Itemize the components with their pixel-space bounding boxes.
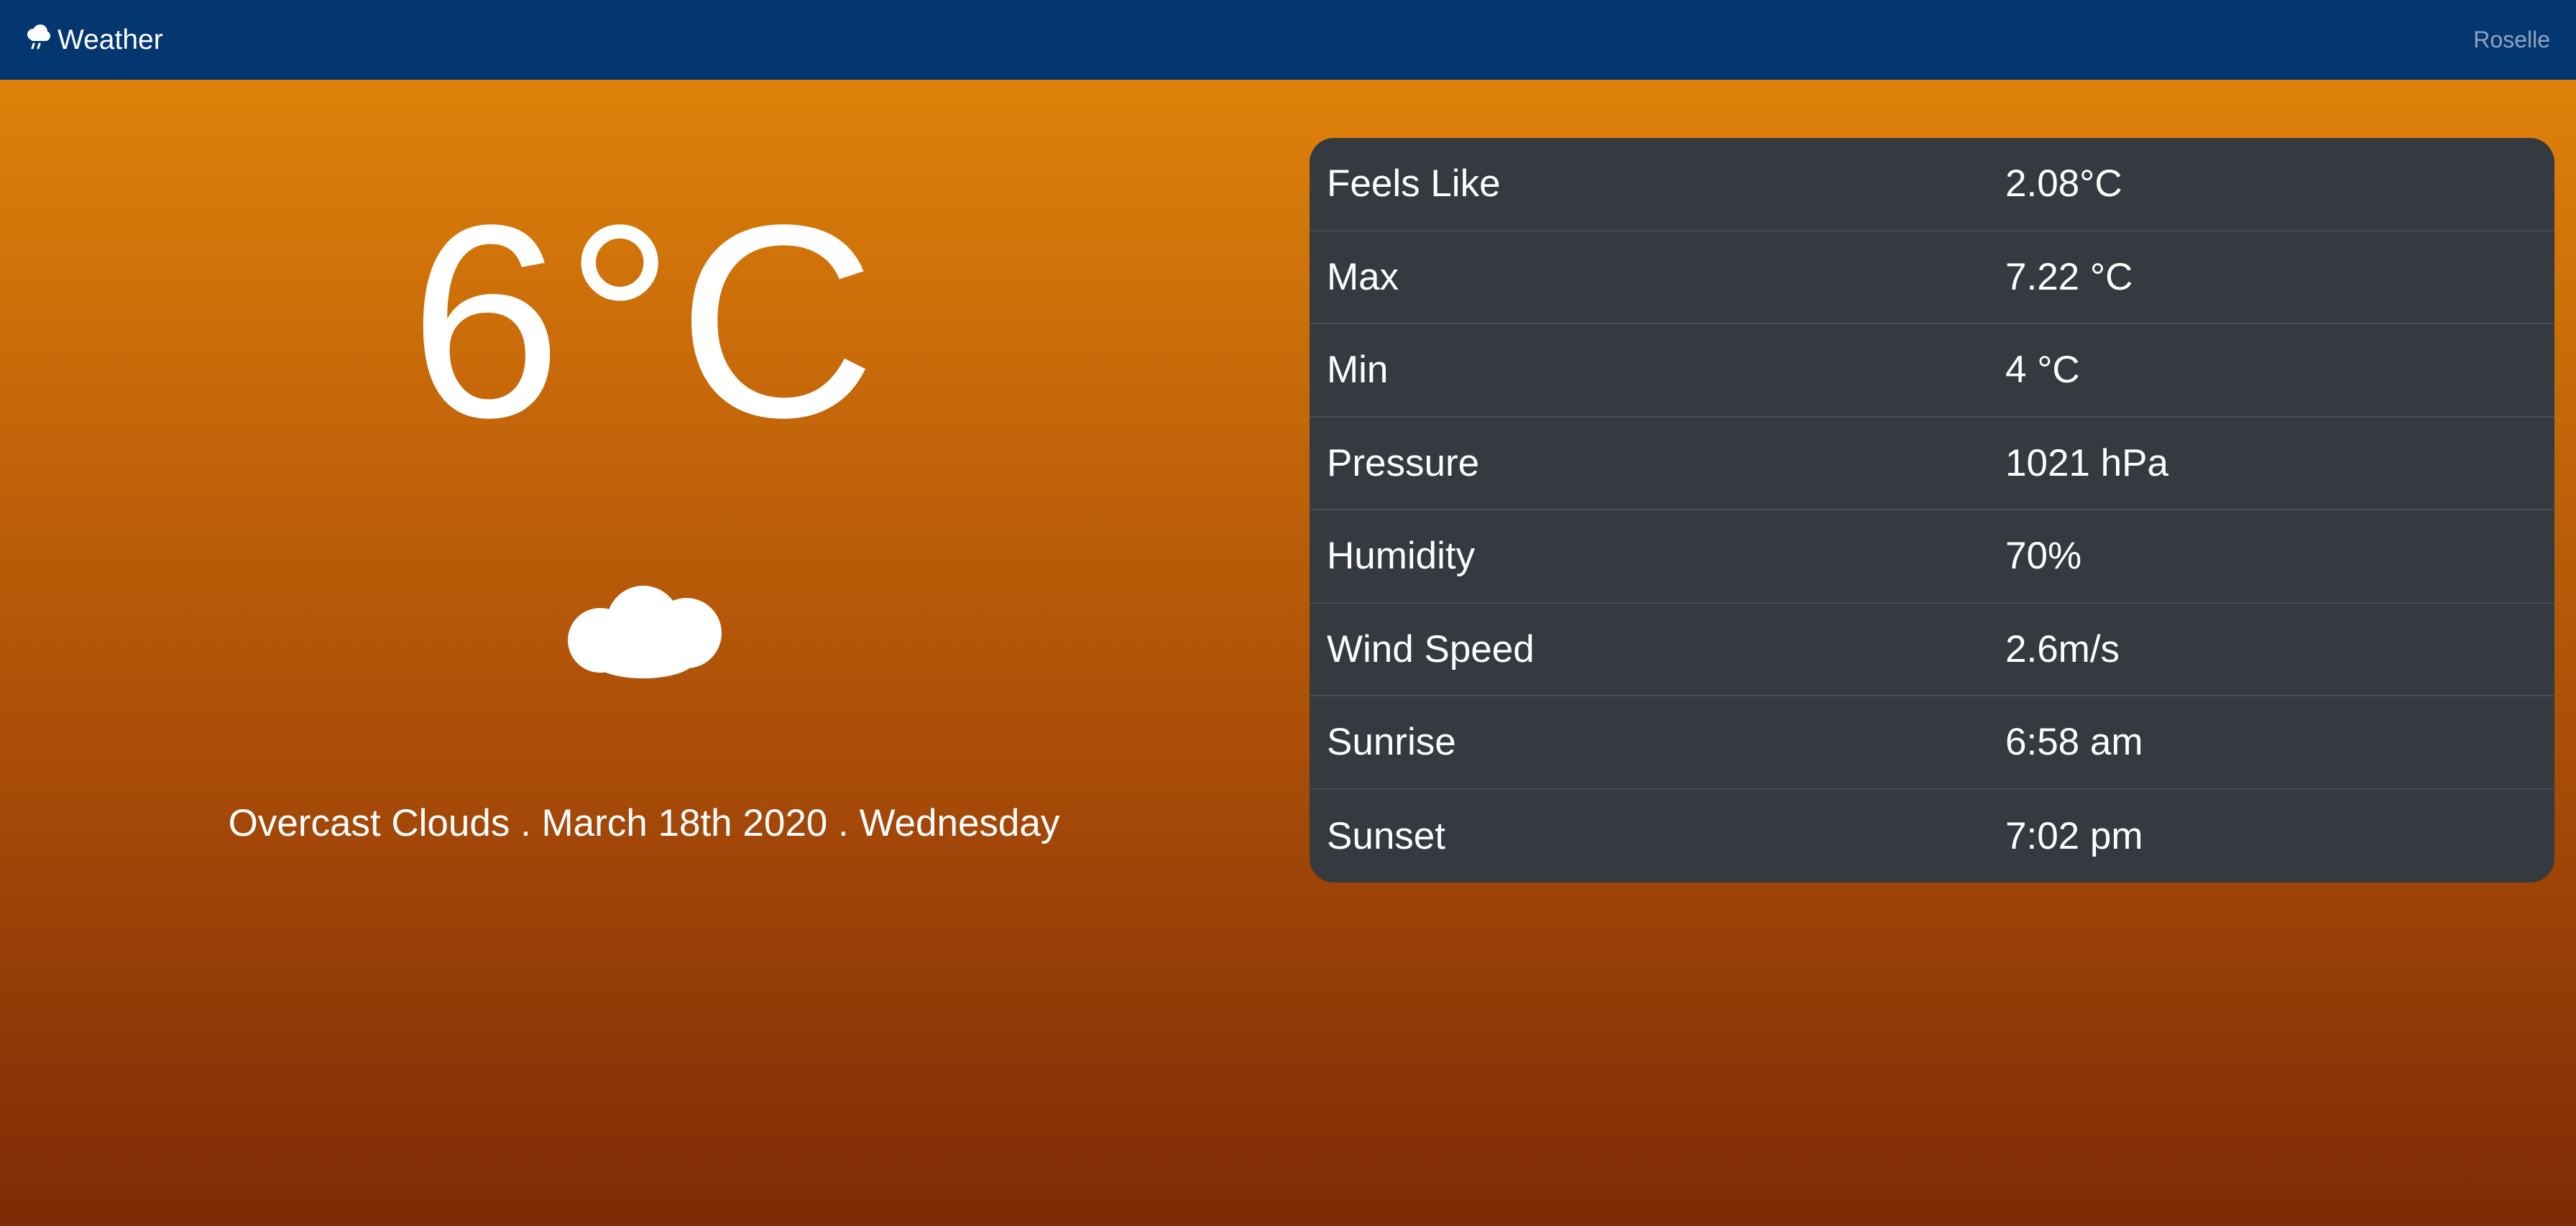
brand-link[interactable]: Weather [24, 24, 163, 56]
details-label: Humidity [1327, 535, 1476, 578]
details-card: Feels Like 2.08°C Max 7.22 °C Min 4 °C P… [1310, 138, 2554, 882]
details-value: 2.08°C [2005, 162, 2122, 206]
details-value: 7.22 °C [2005, 255, 2133, 298]
city-link[interactable]: Roselle [2473, 27, 2550, 53]
temperature-display: 6°C [409, 167, 879, 474]
details-label: Sunset [1327, 814, 1446, 857]
navbar: Weather Roselle [0, 0, 2576, 80]
details-row-pressure: Pressure 1021 hPa [1310, 418, 2554, 510]
details-row-max: Max 7.22 °C [1310, 231, 2554, 324]
details-row-sunrise: Sunrise 6:58 am [1310, 696, 2554, 790]
details-row-min: Min 4 °C [1310, 324, 2554, 418]
weather-description: Overcast Clouds . March 18th 2020 . Wedn… [228, 802, 1060, 844]
details-label: Wind Speed [1327, 627, 1535, 670]
details-value: 7:02 pm [2005, 814, 2143, 857]
details-label: Pressure [1327, 441, 1480, 484]
current-weather: 6°C Overcast Clouds . March 18th 2020 . … [0, 80, 1288, 1226]
details-row-sunset: Sunset 7:02 pm [1310, 790, 2554, 883]
cloud-rain-icon [24, 23, 52, 50]
cloud-icon [561, 568, 733, 687]
details-value: 4 °C [2005, 349, 2080, 392]
details-value: 6:58 am [2005, 721, 2143, 764]
brand-label: Weather [58, 24, 163, 55]
details-value: 2.6m/s [2005, 627, 2120, 670]
details-label: Feels Like [1327, 162, 1501, 206]
details-value: 70% [2005, 535, 2082, 578]
details-label: Max [1327, 255, 1399, 298]
details-value: 1021 hPa [2005, 441, 2168, 484]
details-row-humidity: Humidity 70% [1310, 510, 2554, 604]
details-label: Min [1327, 349, 1389, 392]
details-row-feels-like: Feels Like 2.08°C [1310, 138, 2554, 231]
details-label: Sunrise [1327, 721, 1456, 764]
details-row-wind-speed: Wind Speed 2.6m/s [1310, 604, 2554, 696]
